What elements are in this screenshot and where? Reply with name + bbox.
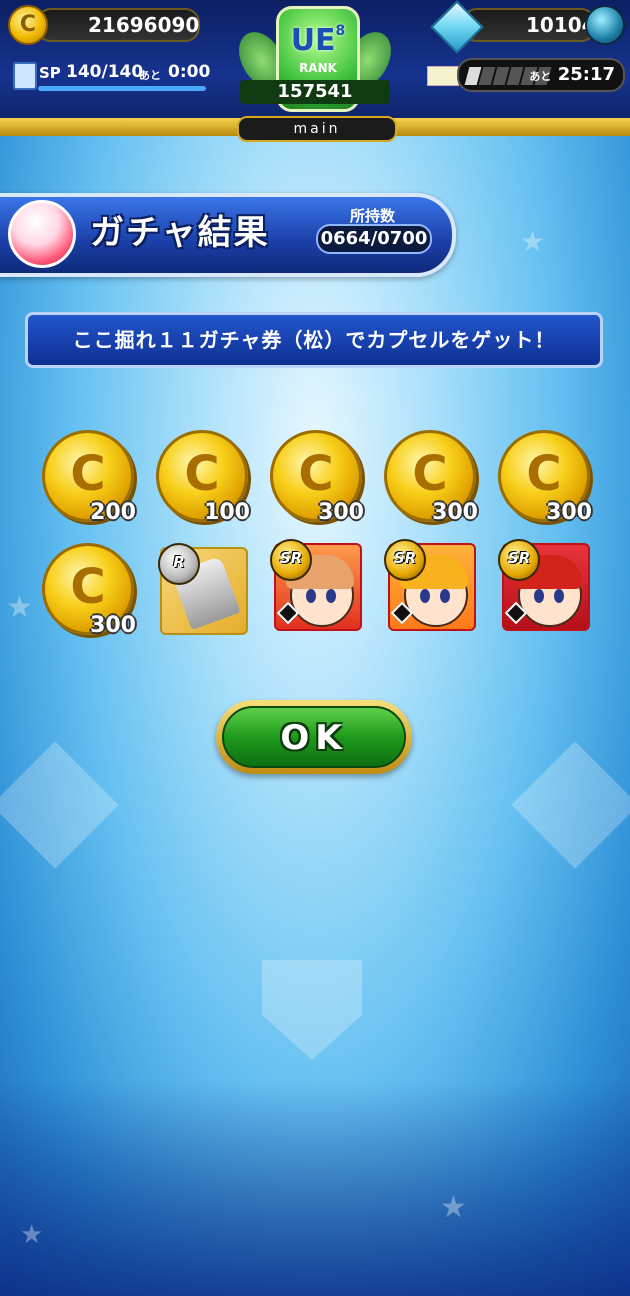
background-lower-band [0, 1080, 630, 1296]
reward-amount: 200 [90, 500, 136, 525]
reward-coin[interactable]: C 200 [42, 430, 136, 525]
coin-icon: C [8, 5, 48, 45]
rank-badge[interactable]: UE8 RANK 157541 [229, 2, 401, 112]
reward-item[interactable]: R [156, 543, 248, 638]
background-star-icon: ★ [440, 1190, 467, 1225]
coin-symbol: C [70, 559, 106, 615]
background-star-icon: ★ [520, 225, 546, 258]
character-eye [306, 589, 316, 603]
result-message: ここ掘れ１１ガチャ券（松）でカプセルをゲット！ [72, 328, 556, 352]
background-diamond-left [0, 741, 119, 869]
coin-symbol: C [526, 446, 562, 502]
rarity-badge: R [158, 543, 200, 585]
owned-count-value: 0664/0700 [316, 224, 432, 254]
character-eye [440, 589, 450, 603]
rank-label: RANK [299, 61, 337, 75]
capsule-icon [8, 200, 76, 268]
coin-counter[interactable]: 21696090 [36, 8, 200, 42]
reward-coin[interactable]: C 300 [270, 430, 364, 525]
ok-button[interactable]: OK [216, 700, 412, 774]
gacha-result-screen: ★ ★ ★ ★ ★ 21696090 C SP 140/140 あと 0:00 … [0, 0, 630, 1296]
rank-value: 157541 [240, 80, 390, 104]
sp-timer: 0:00 [168, 62, 211, 82]
ok-button-face: OK [222, 706, 406, 768]
background-star-icon: ★ [6, 590, 33, 625]
sp-value: 140/140 [66, 62, 144, 82]
reward-coin[interactable]: C 300 [384, 430, 478, 525]
character-eye [534, 589, 544, 603]
reward-amount: 100 [204, 500, 250, 525]
sp-ato-label: あと [139, 69, 161, 82]
character-eye [554, 589, 564, 603]
character-eye [326, 589, 336, 603]
main-tab-label[interactable]: main [237, 116, 397, 142]
reward-character[interactable]: SR [498, 539, 590, 638]
rarity-badge: SR [270, 539, 312, 581]
reward-amount: 300 [318, 500, 364, 525]
coin-symbol: C [412, 446, 448, 502]
reward-coin[interactable]: C 100 [156, 430, 250, 525]
ok-button-label: OK [280, 718, 348, 758]
sp-card-icon [13, 62, 37, 90]
reward-amount: 300 [90, 613, 136, 638]
background-diamond-right [511, 741, 630, 869]
reward-amount: 300 [432, 500, 478, 525]
rarity-badge: SR [384, 539, 426, 581]
reward-coin[interactable]: C 300 [42, 543, 136, 638]
character-eye [420, 589, 430, 603]
reward-amount: 300 [546, 500, 592, 525]
stamina-timer: あと 25:17 [529, 64, 615, 85]
coin-symbol: C [184, 446, 220, 502]
rank-grade: UE8 [290, 23, 346, 58]
reward-character[interactable]: SR [384, 539, 476, 638]
result-message-box: ここ掘れ１１ガチャ券（松）でカプセルをゲット！ [25, 312, 603, 368]
sp-bar [38, 86, 206, 91]
page-title: ガチャ結果 [90, 213, 270, 253]
ticket-icon [427, 66, 459, 86]
reward-coin[interactable]: C 300 [498, 430, 592, 525]
coin-symbol: C [298, 446, 334, 502]
globe-icon[interactable] [585, 5, 625, 45]
background-home-plate [262, 960, 362, 1060]
rarity-badge: SR [498, 539, 540, 581]
coin-symbol: C [70, 446, 106, 502]
background-star-icon: ★ [20, 1220, 44, 1250]
stamina-gauge: あと 25:17 [457, 58, 625, 92]
owned-count-label: 所持数 [350, 207, 396, 225]
sp-label: SP [39, 64, 61, 82]
reward-character[interactable]: SR [270, 539, 362, 638]
coin-counter-value: 21696090 [88, 13, 200, 37]
